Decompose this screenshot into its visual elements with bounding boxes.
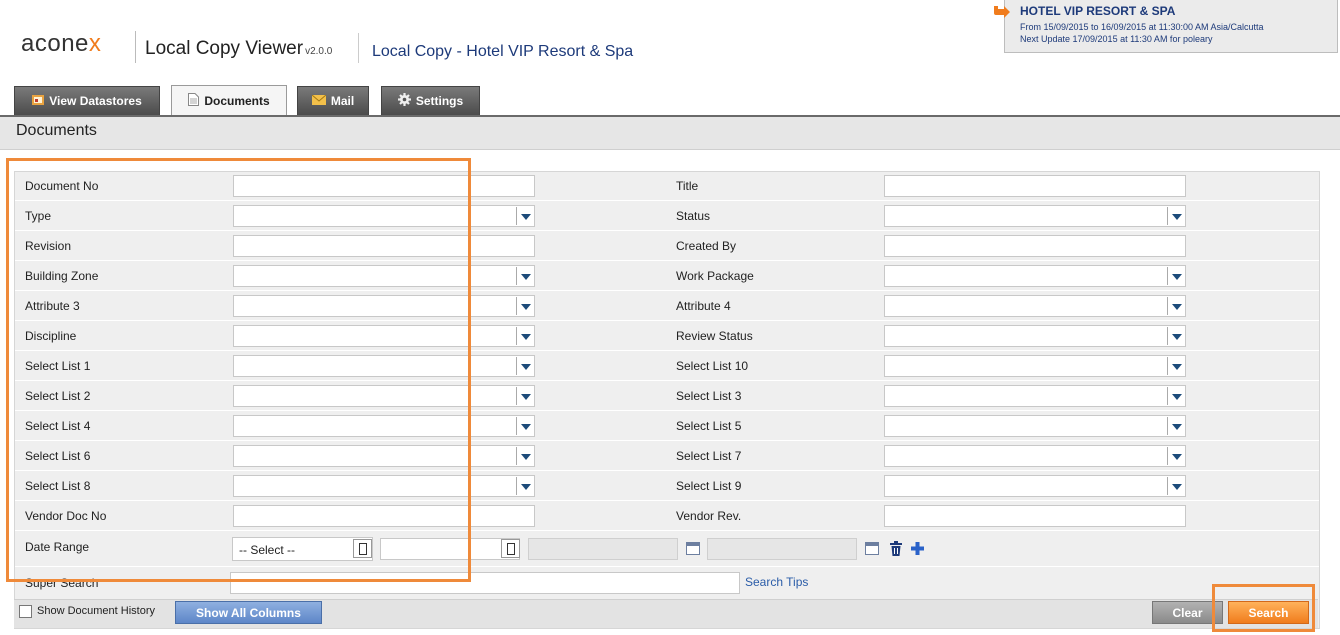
chevron-down-icon[interactable] — [1167, 417, 1185, 435]
chevron-down-icon[interactable] — [516, 357, 534, 375]
app-version: v2.0.0 — [305, 46, 333, 57]
work-package-select[interactable] — [884, 265, 1186, 287]
highlight-box — [6, 158, 471, 582]
gear-icon — [397, 93, 411, 109]
tab-settings[interactable]: Settings — [381, 86, 480, 115]
select-list-10-select[interactable] — [884, 355, 1186, 377]
trash-icon[interactable] — [889, 541, 903, 556]
aconex-logo: aconex — [21, 30, 102, 57]
mail-icon — [311, 94, 327, 108]
chevron-down-icon[interactable] — [1167, 207, 1185, 225]
attribute-4-select[interactable] — [884, 295, 1186, 317]
title-divider — [358, 33, 359, 63]
show-document-history-label: Show Document History — [37, 605, 155, 617]
title-input[interactable] — [884, 175, 1186, 197]
chevron-down-icon[interactable] — [516, 297, 534, 315]
app-title: Local Copy Viewer v2.0.0 — [145, 38, 333, 59]
show-all-columns-button[interactable]: Show All Columns — [175, 601, 322, 624]
tab-mail[interactable]: Mail — [297, 86, 369, 115]
chevron-down-icon[interactable] — [516, 207, 534, 225]
show-document-history-checkbox[interactable] — [19, 605, 32, 618]
tab-label: Documents — [204, 94, 270, 108]
tab-label: Mail — [330, 94, 355, 108]
chevron-down-icon[interactable] — [516, 327, 534, 345]
project-date-range: From 15/09/2015 to 16/09/2015 at 11:30:0… — [1020, 22, 1264, 32]
search-tips-link[interactable]: Search Tips — [745, 575, 808, 589]
chevron-down-icon[interactable] — [1167, 267, 1185, 285]
label-title: Title — [676, 179, 699, 193]
label-vendor-rev: Vendor Rev. — [676, 509, 742, 523]
vendor-rev-input[interactable] — [884, 505, 1186, 527]
label-review-status: Review Status — [676, 329, 753, 343]
select-list-5-select[interactable] — [884, 415, 1186, 437]
datastore-icon — [32, 94, 45, 109]
highlight-box — [1212, 584, 1315, 632]
tab-documents[interactable]: Documents — [171, 85, 287, 116]
date-picker-icon[interactable] — [501, 539, 520, 558]
review-status-select[interactable] — [884, 325, 1186, 347]
label-attribute-4: Attribute 4 — [676, 299, 731, 313]
chevron-down-icon[interactable] — [1167, 447, 1185, 465]
chevron-down-icon[interactable] — [516, 447, 534, 465]
project-name[interactable]: HOTEL VIP RESORT & SPA — [1020, 4, 1175, 18]
select-list-7-select[interactable] — [884, 445, 1186, 467]
chevron-down-icon[interactable] — [1167, 477, 1185, 495]
project-next-update: Next Update 17/09/2015 at 11:30 AM for p… — [1020, 34, 1213, 44]
add-icon[interactable] — [910, 541, 925, 556]
label-status: Status — [676, 209, 711, 223]
chevron-down-icon[interactable] — [516, 267, 534, 285]
chevron-down-icon[interactable] — [516, 477, 534, 495]
created-by-input[interactable] — [884, 235, 1186, 257]
page-title: Documents — [16, 122, 97, 139]
tab-label: Settings — [415, 94, 464, 108]
label-created-by: Created By — [676, 239, 737, 253]
arrow-icon — [994, 6, 1010, 18]
section-header — [0, 117, 1340, 150]
calendar-icon[interactable] — [865, 542, 879, 555]
tab-view-datastores[interactable]: View Datastores — [14, 86, 160, 115]
label-work-package: Work Package — [676, 269, 754, 283]
logo-divider — [135, 31, 136, 63]
select-list-3-select[interactable] — [884, 385, 1186, 407]
chevron-down-icon[interactable] — [516, 417, 534, 435]
label-select-list-3: Select List 3 — [676, 389, 742, 403]
document-icon — [188, 93, 200, 109]
status-select[interactable] — [884, 205, 1186, 227]
project-title: Local Copy - Hotel VIP Resort & Spa — [372, 43, 634, 60]
chevron-down-icon[interactable] — [516, 387, 534, 405]
select-list-9-select[interactable] — [884, 475, 1186, 497]
label-select-list-10: Select List 10 — [676, 359, 749, 373]
chevron-down-icon[interactable] — [1167, 357, 1185, 375]
tab-label: View Datastores — [49, 94, 142, 108]
chevron-down-icon[interactable] — [1167, 297, 1185, 315]
label-select-list-9: Select List 9 — [676, 479, 742, 493]
label-select-list-5: Select List 5 — [676, 419, 742, 433]
chevron-down-icon[interactable] — [1167, 387, 1185, 405]
calendar-icon[interactable] — [686, 542, 700, 555]
date-end-field — [707, 538, 857, 560]
label-select-list-7: Select List 7 — [676, 449, 742, 463]
chevron-down-icon[interactable] — [1167, 327, 1185, 345]
date-start-field — [528, 538, 678, 560]
